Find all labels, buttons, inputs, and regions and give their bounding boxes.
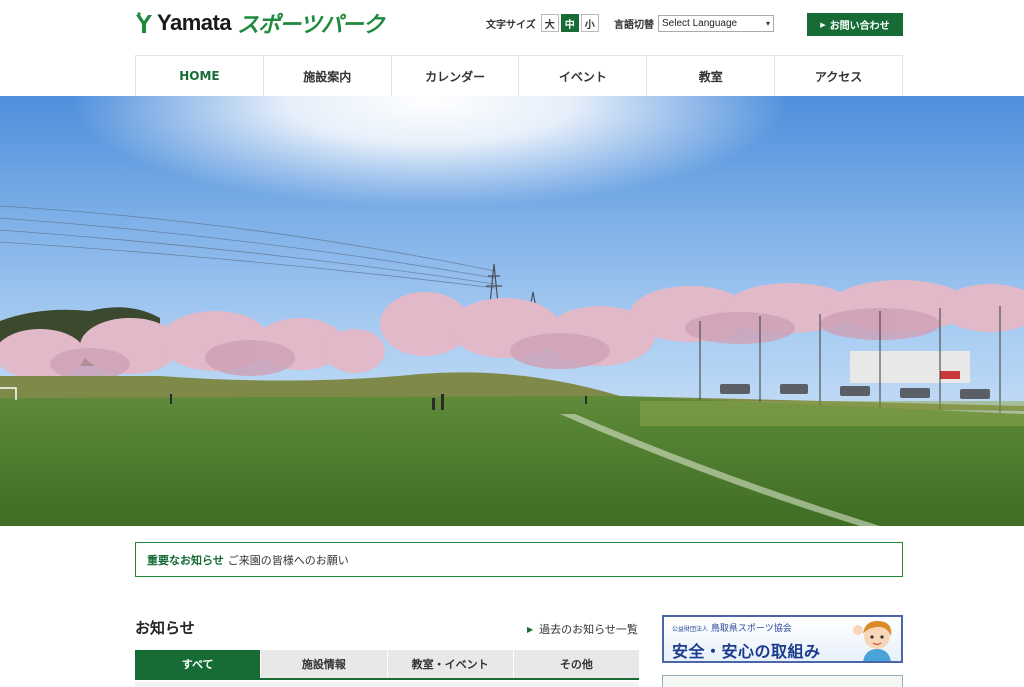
tab-other[interactable]: その他 (513, 650, 639, 678)
logo-yamata-text: Yamata (157, 10, 232, 35)
banner-org-prefix: 公益財団法人 (672, 626, 709, 633)
arrow-right-icon: ▶ (820, 20, 826, 29)
banner-org-name: 鳥取県スポーツ協会 (710, 624, 792, 634)
tab-all[interactable]: すべて (135, 650, 262, 678)
past-news-link[interactable]: ▶ 過去のお知らせ一覧 (527, 621, 638, 637)
site-logo[interactable]: Yamata スポーツパーク (135, 9, 385, 38)
tab-facility-info[interactable]: 施設情報 (261, 650, 388, 678)
hero-illustration (0, 96, 1024, 526)
chevron-down-icon: ▾ (765, 19, 770, 28)
contact-button[interactable]: ▶ お問い合わせ (807, 13, 903, 36)
font-size-medium-button[interactable]: 中 (560, 14, 579, 32)
language-select-value: Select Language (662, 18, 738, 29)
news-tabs: すべて 施設情報 教室・イベント その他 (135, 650, 639, 680)
main-nav: HOME 施設案内 カレンダー イベント 教室 アクセス (135, 55, 903, 96)
tab-classes-events[interactable]: 教室・イベント (387, 650, 514, 678)
nav-item-home[interactable]: HOME (135, 56, 263, 96)
safety-banner[interactable]: 公益財団法人 鳥取県スポーツ協会 安全・安心の取組み (662, 615, 903, 663)
contact-button-label: お問い合わせ (829, 21, 890, 32)
logo-mark-icon (136, 12, 152, 33)
language-switcher: 言語切替 Select Language ▾ (614, 15, 774, 32)
notice-link[interactable]: ご来園の皆様へのお願い (228, 552, 349, 568)
nav-item-events[interactable]: イベント (518, 56, 646, 96)
past-news-link-label: 過去のお知らせ一覧 (539, 623, 638, 636)
language-select[interactable]: Select Language ▾ (658, 15, 774, 32)
font-size-switcher: 文字サイズ 大 中 小 (486, 14, 601, 32)
hero-image (0, 96, 1024, 526)
nav-item-facilities[interactable]: 施設案内 (262, 56, 391, 96)
news-list-top (135, 682, 639, 687)
notice-label: 重要なお知らせ (147, 553, 224, 567)
language-label: 言語切替 (614, 20, 654, 31)
logo-park-text: スポーツパーク (237, 13, 385, 38)
nav-item-access[interactable]: アクセス (774, 56, 903, 96)
nav-item-classes[interactable]: 教室 (646, 56, 774, 96)
secondary-banner[interactable] (662, 675, 903, 687)
font-size-small-button[interactable]: 小 (580, 14, 599, 32)
mascot-icon (853, 620, 892, 661)
important-notice[interactable]: 重要なお知らせ ご来園の皆様へのお願い (135, 542, 903, 577)
banner-title: 安全・安心の取組み (672, 642, 821, 661)
arrow-right-icon: ▶ (527, 624, 534, 634)
banner-org: 公益財団法人 鳥取県スポーツ協会 (672, 621, 792, 634)
font-size-large-button[interactable]: 大 (540, 14, 559, 32)
news-section-title: お知らせ (135, 619, 195, 637)
site-header: Yamata スポーツパーク 文字サイズ 大 中 小 言語切替 Select L… (135, 0, 903, 52)
nav-item-calendar[interactable]: カレンダー (390, 56, 519, 96)
font-size-label: 文字サイズ (486, 19, 536, 31)
